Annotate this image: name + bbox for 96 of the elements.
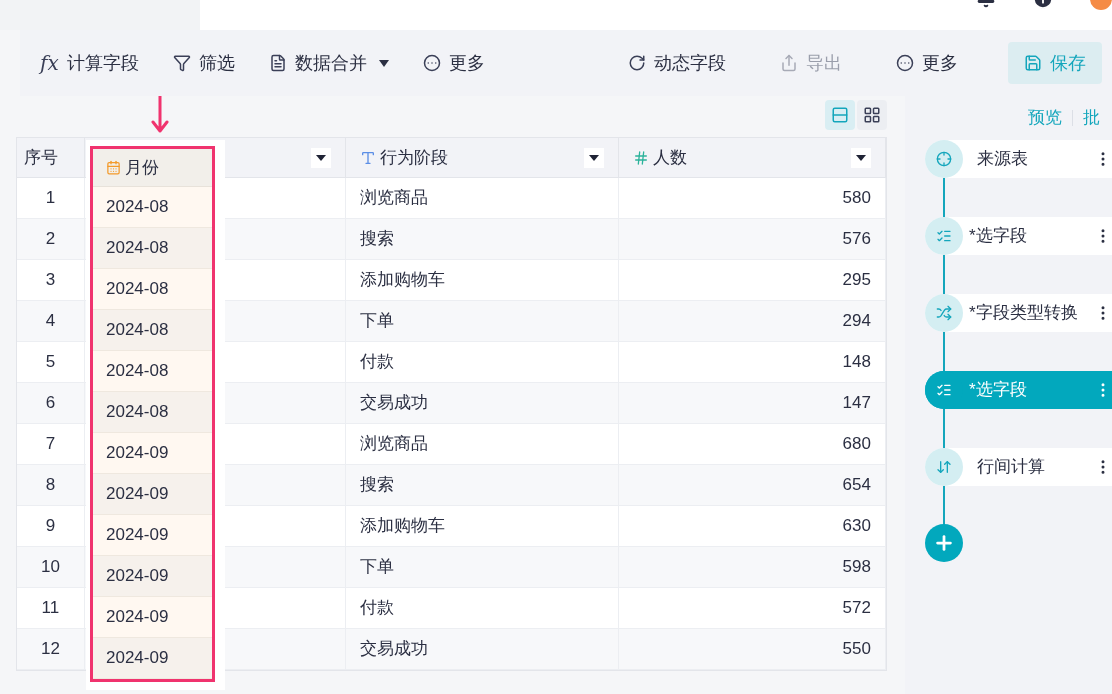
toolbar-button[interactable]: 动态字段 — [624, 49, 730, 77]
column-title: 人数 — [652, 146, 687, 169]
flow-step[interactable]: *选字段 — [925, 217, 1112, 255]
table-cell-text: 1 — [45, 187, 56, 210]
column-title: 序号 — [24, 146, 58, 169]
column-title: 月份 — [125, 156, 159, 179]
table-cell-text: 598 — [842, 556, 871, 579]
row-calc-icon — [936, 459, 952, 475]
step-label: 行间计算 — [977, 456, 1045, 479]
flow-step[interactable]: 行间计算 — [925, 448, 1112, 486]
table-cell-text: 2024-09 — [106, 483, 169, 506]
column-header[interactable]: 行为阶段 — [346, 138, 619, 177]
table-cell-text: 654 — [842, 474, 871, 497]
crosshair-icon — [936, 151, 952, 167]
plus-icon — [933, 532, 955, 554]
table-cell-text: 147 — [842, 392, 871, 415]
dragged-column[interactable]: 月份 2024-08 2024-08 2024-08 2024-08 2024-08 2024-08 2024-09 2024-09 2024-09 2024-09 2024-09 2024-09 — [86, 140, 225, 690]
function-icon: fx — [40, 48, 59, 78]
table-cell-text: 2024-08 — [106, 278, 169, 301]
dropdown-button[interactable] — [311, 147, 332, 168]
table-cell-text: 搜索 — [360, 474, 395, 497]
table-cell-text: 2024-08 — [106, 401, 169, 424]
table-cell-text: 下单 — [360, 556, 395, 579]
table-cell-text: 付款 — [360, 597, 395, 620]
more-icon — [422, 54, 441, 72]
toolbar-button[interactable]: 筛选 — [168, 49, 239, 77]
table-cell-text: 2024-09 — [106, 565, 169, 588]
table-cell-text: 6 — [45, 392, 56, 415]
toolbar-button[interactable]: 数据合并 — [264, 49, 393, 77]
table-cell-text: 交易成功 — [360, 638, 429, 661]
table-cell-text: 2024-08 — [106, 319, 169, 342]
table-cell-text: 680 — [842, 433, 871, 456]
table-cell-text: 添加购物车 — [360, 515, 446, 538]
toolbar-button[interactable]: 更多 — [892, 49, 962, 77]
save-icon — [1024, 54, 1042, 72]
table-cell-text: 11 — [41, 597, 60, 620]
table-cell-text: 下单 — [360, 310, 395, 333]
table-cell-text: 添加购物车 — [360, 269, 446, 292]
dropdown-button[interactable] — [851, 147, 871, 168]
toolbar-button[interactable]: 更多 — [418, 49, 489, 77]
down-arrow — [151, 96, 169, 134]
grid-icon — [863, 106, 881, 124]
step-label: *选字段 — [969, 379, 1027, 402]
toolbar-button[interactable]: fx 计算字段 — [36, 48, 143, 78]
list-check-icon — [936, 228, 952, 244]
table-cell-text: 浏览商品 — [360, 187, 429, 210]
table-cell-text: 2 — [45, 228, 56, 251]
table-cell-text: 付款 — [360, 351, 395, 374]
table-cell-text: 2024-09 — [106, 606, 169, 629]
table-cell-text: 10 — [41, 556, 60, 579]
number-type-icon — [632, 149, 649, 166]
table-cell-text: 295 — [842, 269, 871, 292]
column-header[interactable]: 人数 — [618, 138, 886, 177]
table-cell-text: 2024-09 — [106, 442, 169, 465]
text-type-icon — [360, 149, 377, 166]
table-cell-text: 2024-08 — [106, 360, 169, 383]
table-cell-text: 搜索 — [360, 228, 395, 251]
calendar-icon — [106, 160, 121, 175]
table-cell-text: 9 — [45, 515, 56, 538]
rows-icon — [831, 106, 849, 124]
table-cell-text: 2024-09 — [106, 647, 169, 670]
table-cell-text: 576 — [842, 228, 871, 251]
add-step-button[interactable] — [925, 524, 963, 562]
table-cell-text: 4 — [45, 310, 56, 333]
table-cell-text: 7 — [45, 433, 56, 456]
table-cell-text: 148 — [842, 351, 871, 374]
table-cell-text: 630 — [842, 515, 871, 538]
table-cell-text: 2024-09 — [106, 524, 169, 547]
table-cell-text: 550 — [842, 638, 871, 661]
column-header[interactable]: 序号 — [17, 138, 85, 177]
table-cell-text: 2024-08 — [106, 196, 169, 219]
table-cell-text: 580 — [842, 187, 871, 210]
table-cell-text: 12 — [41, 638, 60, 661]
table-cell-text: 3 — [45, 269, 56, 292]
table-cell-text: 572 — [842, 597, 871, 620]
table-cell-text: 5 — [45, 351, 56, 374]
flow-step[interactable]: *字段类型转换 — [925, 294, 1112, 332]
column-title: 行为阶段 — [380, 146, 449, 169]
more-icon — [896, 54, 914, 72]
export-icon — [780, 54, 798, 72]
grid-view-button[interactable] — [857, 100, 887, 130]
dropdown-button[interactable] — [583, 147, 604, 168]
refresh-icon — [628, 54, 646, 72]
step-label: 来源表 — [977, 148, 1028, 171]
table-cell-text: 交易成功 — [360, 392, 429, 415]
table-cell-text: 8 — [45, 474, 56, 497]
filter-icon — [172, 54, 191, 72]
list-check-icon — [936, 382, 952, 398]
shuffle-icon — [936, 305, 952, 321]
table-cell-text: 2024-08 — [106, 237, 169, 260]
table-cell-text: 浏览商品 — [360, 433, 429, 456]
step-label: *字段类型转换 — [969, 302, 1078, 325]
step-label: *选字段 — [969, 225, 1027, 248]
flow-step[interactable]: 来源表 — [925, 140, 1112, 178]
table-cell-text: 294 — [842, 310, 871, 333]
document-icon — [268, 54, 287, 72]
